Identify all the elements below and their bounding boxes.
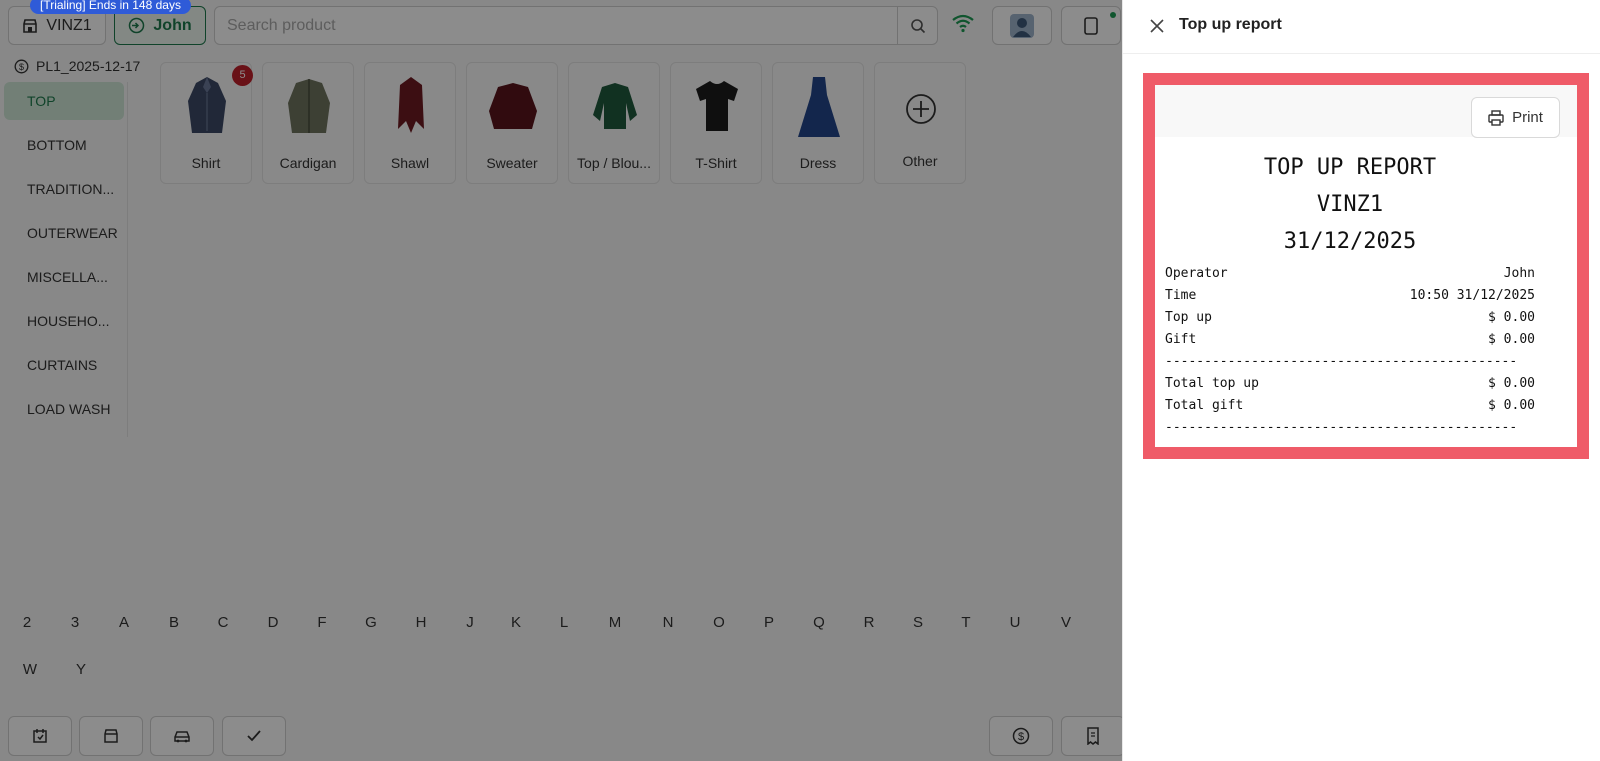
row-label: Operator bbox=[1165, 266, 1228, 281]
modal-overlay[interactable] bbox=[0, 0, 1122, 761]
close-button[interactable] bbox=[1147, 16, 1167, 36]
trial-badge: [Trialing] Ends in 148 days bbox=[30, 0, 191, 14]
separator-line: ----------------------------------------… bbox=[1165, 354, 1518, 369]
row-label: Total gift bbox=[1165, 398, 1244, 413]
row-label: Time bbox=[1165, 288, 1197, 303]
report-row: Operator John bbox=[1165, 263, 1535, 285]
row-value: $ 0.00 bbox=[1488, 310, 1535, 325]
row-value: 10:50 31/12/2025 bbox=[1409, 288, 1535, 303]
report-total-row: Total gift $ 0.00 bbox=[1165, 395, 1535, 417]
report-toolbar: Print bbox=[1155, 85, 1577, 138]
report-store: VINZ1 bbox=[1316, 192, 1384, 217]
report-row: Gift $ 0.00 bbox=[1165, 329, 1535, 351]
row-value: John bbox=[1503, 266, 1535, 281]
report-row: Time 10:50 31/12/2025 bbox=[1165, 285, 1535, 307]
printer-icon bbox=[1488, 109, 1504, 126]
receipt: TOP UP REPORT VINZ1 31/12/2025 Operator … bbox=[1165, 145, 1535, 439]
report-preview: Print TOP UP REPORT VINZ1 31/12/2025 Ope… bbox=[1143, 73, 1589, 459]
print-button[interactable]: Print bbox=[1471, 97, 1560, 138]
row-value: $ 0.00 bbox=[1488, 398, 1535, 413]
report-title: TOP UP REPORT bbox=[1263, 155, 1437, 180]
row-value: $ 0.00 bbox=[1488, 332, 1535, 347]
top-up-report-drawer: Top up report Print TOP UP REPORT VINZ1 … bbox=[1122, 0, 1600, 761]
row-value: $ 0.00 bbox=[1488, 376, 1535, 391]
report-date: 31/12/2025 bbox=[1283, 229, 1417, 254]
separator-line: ----------------------------------------… bbox=[1165, 420, 1518, 435]
drawer-header: Top up report bbox=[1123, 0, 1600, 54]
report-row: Top up $ 0.00 bbox=[1165, 307, 1535, 329]
print-label: Print bbox=[1512, 109, 1543, 126]
row-label: Total top up bbox=[1165, 376, 1259, 391]
report-total-row: Total top up $ 0.00 bbox=[1165, 373, 1535, 395]
row-label: Gift bbox=[1165, 332, 1197, 347]
drawer-title: Top up report bbox=[1179, 16, 1282, 33]
row-label: Top up bbox=[1165, 310, 1212, 325]
close-icon bbox=[1150, 19, 1164, 33]
